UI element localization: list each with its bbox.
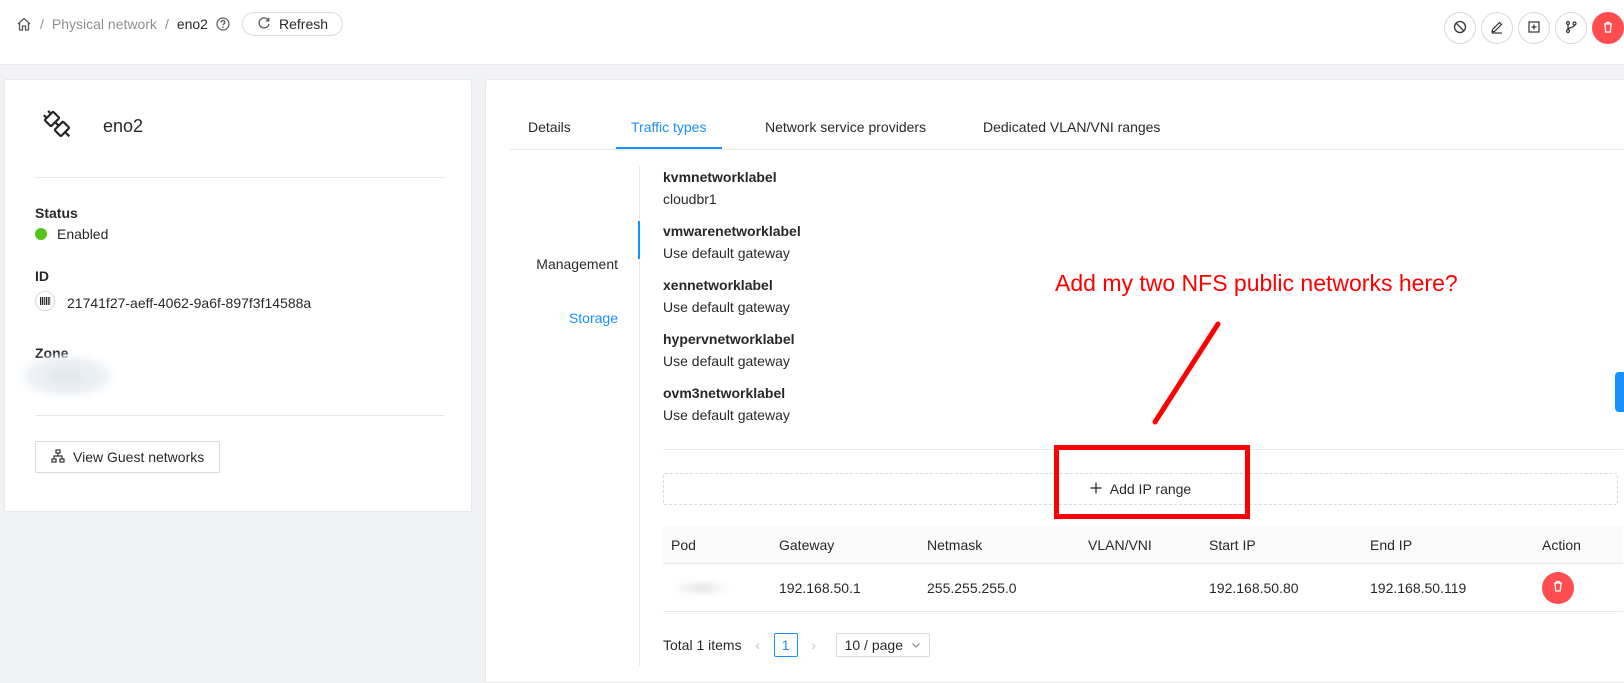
- active-traffic-tab-indicator: [638, 221, 640, 259]
- kvm-network-label-key: kvmnetworklabel: [663, 169, 777, 185]
- action-buttons: [1444, 12, 1624, 44]
- refresh-button[interactable]: Refresh: [242, 12, 344, 36]
- column-header-vlan: VLAN/VNI: [1088, 536, 1152, 553]
- traffic-tab-management[interactable]: Management: [536, 256, 640, 272]
- view-guest-networks-button[interactable]: View Guest networks: [35, 441, 221, 473]
- add-icon: [1527, 20, 1541, 37]
- next-page-icon[interactable]: ›: [806, 637, 822, 653]
- zone-value-redacted: [19, 354, 115, 398]
- view-guest-networks-label: View Guest networks: [73, 449, 205, 465]
- tab-details[interactable]: Details: [528, 119, 571, 135]
- cluster-icon: [51, 448, 65, 466]
- column-header-action: Action: [1542, 536, 1581, 553]
- xen-network-label-value: Use default gateway: [663, 299, 790, 315]
- annotation-text: Add my two NFS public networks here?: [1055, 270, 1458, 296]
- disable-icon: [1453, 20, 1467, 37]
- page-size-value: 10 / page: [844, 637, 903, 653]
- status-text: Enabled: [57, 226, 109, 242]
- resource-card: eno2 Status Enabled ID 21741f27-aeff-406…: [4, 79, 472, 512]
- resource-name: eno2: [103, 116, 144, 136]
- breadcrumb-separator: /: [164, 16, 169, 32]
- page-1-button[interactable]: 1: [773, 633, 798, 657]
- ip-range-table: Pod Gateway Netmask VLAN/VNI Start IP En…: [663, 526, 1623, 612]
- active-tab-indicator: [616, 147, 722, 149]
- divider: [35, 177, 445, 178]
- prev-page-icon[interactable]: ‹: [750, 637, 766, 653]
- branch-icon: [1564, 20, 1578, 37]
- question-circle-icon[interactable]: [216, 17, 230, 31]
- kvm-network-label-value: cloudbr1: [663, 191, 717, 207]
- page-size-select[interactable]: 10 / page: [835, 633, 930, 657]
- plug-icon: [41, 108, 75, 145]
- delete-icon: [1601, 20, 1615, 37]
- netmask-cell: 255.255.255.0: [927, 579, 1017, 596]
- delete-button[interactable]: [1592, 12, 1624, 44]
- reload-icon: [257, 16, 271, 33]
- vmware-network-label-value: Use default gateway: [663, 245, 790, 261]
- annotation-highlight-box: [1054, 445, 1250, 519]
- column-header-start-ip: Start IP: [1209, 536, 1256, 553]
- tab-bar: Details Traffic types Network service pr…: [510, 80, 1624, 150]
- disable-button[interactable]: [1444, 12, 1476, 44]
- status-label: Status: [35, 205, 78, 221]
- delete-icon: [1551, 579, 1565, 596]
- table-row: 192.168.50.1 255.255.255.0 192.168.50.80…: [663, 564, 1623, 612]
- tab-dedicated-vlan-ranges[interactable]: Dedicated VLAN/VNI ranges: [983, 119, 1160, 135]
- pod-cell-redacted: [671, 564, 731, 611]
- resource-header: eno2: [41, 108, 143, 145]
- column-header-pod: Pod: [671, 536, 696, 553]
- breadcrumb-current: eno2: [176, 16, 208, 32]
- details-card: Details Traffic types Network service pr…: [485, 79, 1624, 683]
- tab-network-service-providers[interactable]: Network service providers: [765, 119, 926, 135]
- vmware-network-label-key: vmwarenetworklabel: [663, 223, 801, 239]
- id-text: 21741f27-aeff-4062-9a6f-897f3f14588a: [67, 294, 312, 311]
- status-dot: [35, 228, 47, 240]
- barcode-icon: [35, 291, 55, 314]
- breadcrumb: / Physical network / eno2: [16, 14, 230, 34]
- gateway-cell: 192.168.50.1: [779, 579, 861, 596]
- branch-button[interactable]: [1555, 12, 1587, 44]
- hyperv-network-label-key: hypervnetworklabel: [663, 331, 795, 347]
- refresh-label: Refresh: [279, 16, 329, 32]
- delete-ip-range-button[interactable]: [1542, 571, 1574, 604]
- id-label: ID: [35, 268, 49, 284]
- add-resource-button[interactable]: [1518, 12, 1550, 44]
- breadcrumb-physical-network[interactable]: Physical network: [52, 16, 157, 32]
- column-header-netmask: Netmask: [927, 536, 983, 553]
- tab-traffic-types[interactable]: Traffic types: [631, 119, 706, 135]
- column-header-end-ip: End IP: [1370, 536, 1413, 553]
- xen-network-label-key: xennetworklabel: [663, 277, 773, 293]
- side-drawer-handle[interactable]: [1615, 372, 1624, 412]
- table-header: Pod Gateway Netmask VLAN/VNI Start IP En…: [663, 526, 1623, 564]
- traffic-type-tabs: Management Storage: [510, 166, 640, 666]
- chevron-down-icon: [911, 637, 921, 653]
- pagination-total: Total 1 items: [663, 637, 742, 653]
- ovm3-network-label-value: Use default gateway: [663, 407, 790, 423]
- top-bar: / Physical network / eno2 Refresh: [0, 0, 1624, 65]
- home-icon[interactable]: [16, 16, 32, 32]
- action-cell: [1542, 564, 1574, 611]
- column-header-gateway: Gateway: [779, 536, 835, 553]
- start-ip-cell: 192.168.50.80: [1209, 579, 1299, 596]
- edit-icon: [1490, 20, 1504, 37]
- annotation-arrow: [1152, 321, 1221, 425]
- breadcrumb-separator: /: [40, 16, 44, 32]
- pagination: Total 1 items ‹ 1 › 10 / page: [663, 633, 930, 657]
- traffic-tab-storage[interactable]: Storage: [569, 310, 640, 326]
- divider: [35, 415, 445, 416]
- id-value: 21741f27-aeff-4062-9a6f-897f3f14588a: [35, 291, 311, 314]
- hyperv-network-label-value: Use default gateway: [663, 353, 790, 369]
- end-ip-cell: 192.168.50.119: [1370, 579, 1467, 596]
- ovm3-network-label-key: ovm3networklabel: [663, 385, 786, 401]
- status-value: Enabled: [35, 226, 108, 242]
- edit-button[interactable]: [1481, 12, 1513, 44]
